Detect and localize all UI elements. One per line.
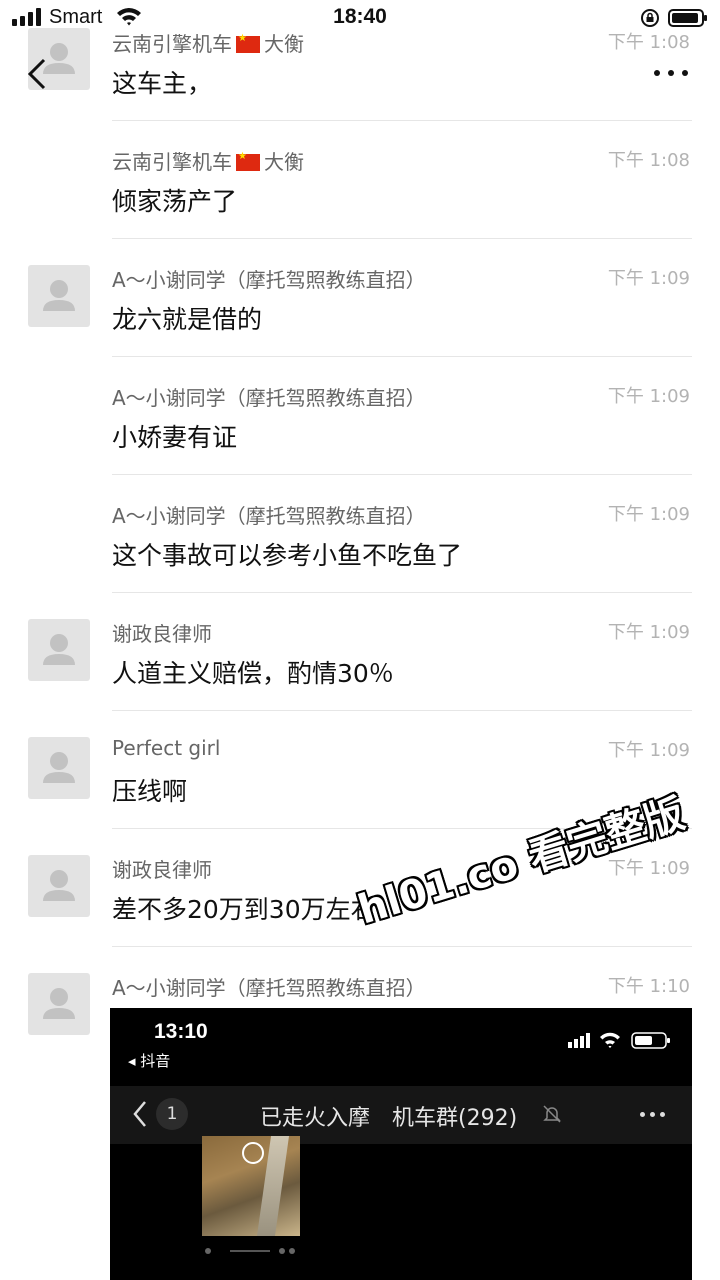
divider [112, 120, 692, 121]
image-progress-bar [205, 1248, 295, 1254]
more-button[interactable] [650, 58, 692, 86]
message-time: 下午 1:10 [607, 976, 690, 997]
image-back-icon [133, 1101, 146, 1127]
image-chat-title: 已走火入摩 机车群(292) [260, 1106, 518, 1131]
avatar[interactable] [28, 265, 90, 327]
sender-name: A～小谢同学（摩托驾照教练直招） [112, 386, 426, 410]
image-back-to-app: ◂ 抖音 [128, 1052, 171, 1070]
message-time: 下午 1:09 [607, 622, 690, 643]
message-list[interactable]: 云南引擎机车大衡 下午 1:08 这车主， 云南引擎机车大衡 下午 1:08 倾… [0, 0, 720, 1280]
message-text[interactable]: 压线啊 [112, 772, 187, 808]
image-status-time: 13:10 [154, 1020, 208, 1043]
divider [112, 356, 692, 357]
divider [112, 592, 692, 593]
default-avatar-icon [43, 988, 75, 1019]
message-time: 下午 1:08 [607, 150, 690, 171]
sender-name: A～小谢同学（摩托驾照教练直招） [112, 504, 426, 528]
sender-name: 谢政良律师 [112, 858, 212, 882]
avatar[interactable] [28, 973, 90, 1035]
image-more-icon [640, 1112, 666, 1118]
image-video-thumbnail [202, 1136, 300, 1236]
divider [112, 946, 692, 947]
default-avatar-icon [43, 280, 75, 311]
image-status-icons [568, 1032, 670, 1049]
sender-name: 谢政良律师 [112, 622, 212, 646]
avatar[interactable] [28, 855, 90, 917]
message-text[interactable]: 倾家荡产了 [112, 182, 237, 218]
message-image[interactable]: 13:10 ◂ 抖音 1 已走火入摩 机车群(292) [110, 1008, 692, 1280]
message-text[interactable]: 小娇妻有证 [112, 418, 237, 454]
back-button[interactable] [22, 52, 52, 96]
bell-slash-icon [543, 1105, 561, 1123]
avatar[interactable] [28, 619, 90, 681]
default-avatar-icon [43, 634, 75, 665]
sender-name: Perfect girl [112, 736, 221, 760]
message-text[interactable]: 龙六就是借的 [112, 300, 262, 336]
avatar[interactable] [28, 737, 90, 799]
message-time: 下午 1:09 [607, 268, 690, 289]
chevron-left-icon [27, 58, 46, 90]
image-nav-bar: 1 已走火入摩 机车群(292) [110, 1086, 692, 1144]
message-text[interactable]: 这车主， [112, 64, 212, 100]
message-time: 下午 1:09 [607, 504, 690, 525]
image-unread-badge: 1 [156, 1098, 188, 1130]
message-time: 下午 1:09 [607, 740, 690, 761]
china-flag-icon [236, 151, 260, 171]
divider [112, 238, 692, 239]
message-time: 下午 1:09 [607, 386, 690, 407]
sender-name: A～小谢同学（摩托驾照教练直招） [112, 976, 426, 1000]
message-text[interactable]: 人道主义赔偿，酌情30％ [112, 654, 394, 690]
china-flag-icon [236, 33, 260, 53]
message-time: 下午 1:08 [607, 32, 690, 53]
divider [112, 710, 692, 711]
message-text[interactable]: 这个事故可以参考小鱼不吃鱼了 [112, 536, 462, 572]
divider [112, 474, 692, 475]
sender-name: 云南引擎机车大衡 [112, 28, 304, 57]
more-dots-icon [654, 70, 660, 76]
default-avatar-icon [43, 752, 75, 783]
default-avatar-icon [43, 870, 75, 901]
sender-name: A～小谢同学（摩托驾照教练直招） [112, 268, 426, 292]
sender-name: 云南引擎机车大衡 [112, 146, 304, 175]
play-icon [242, 1142, 264, 1164]
message-text[interactable]: 差不多20万到30万左右 [112, 890, 376, 926]
